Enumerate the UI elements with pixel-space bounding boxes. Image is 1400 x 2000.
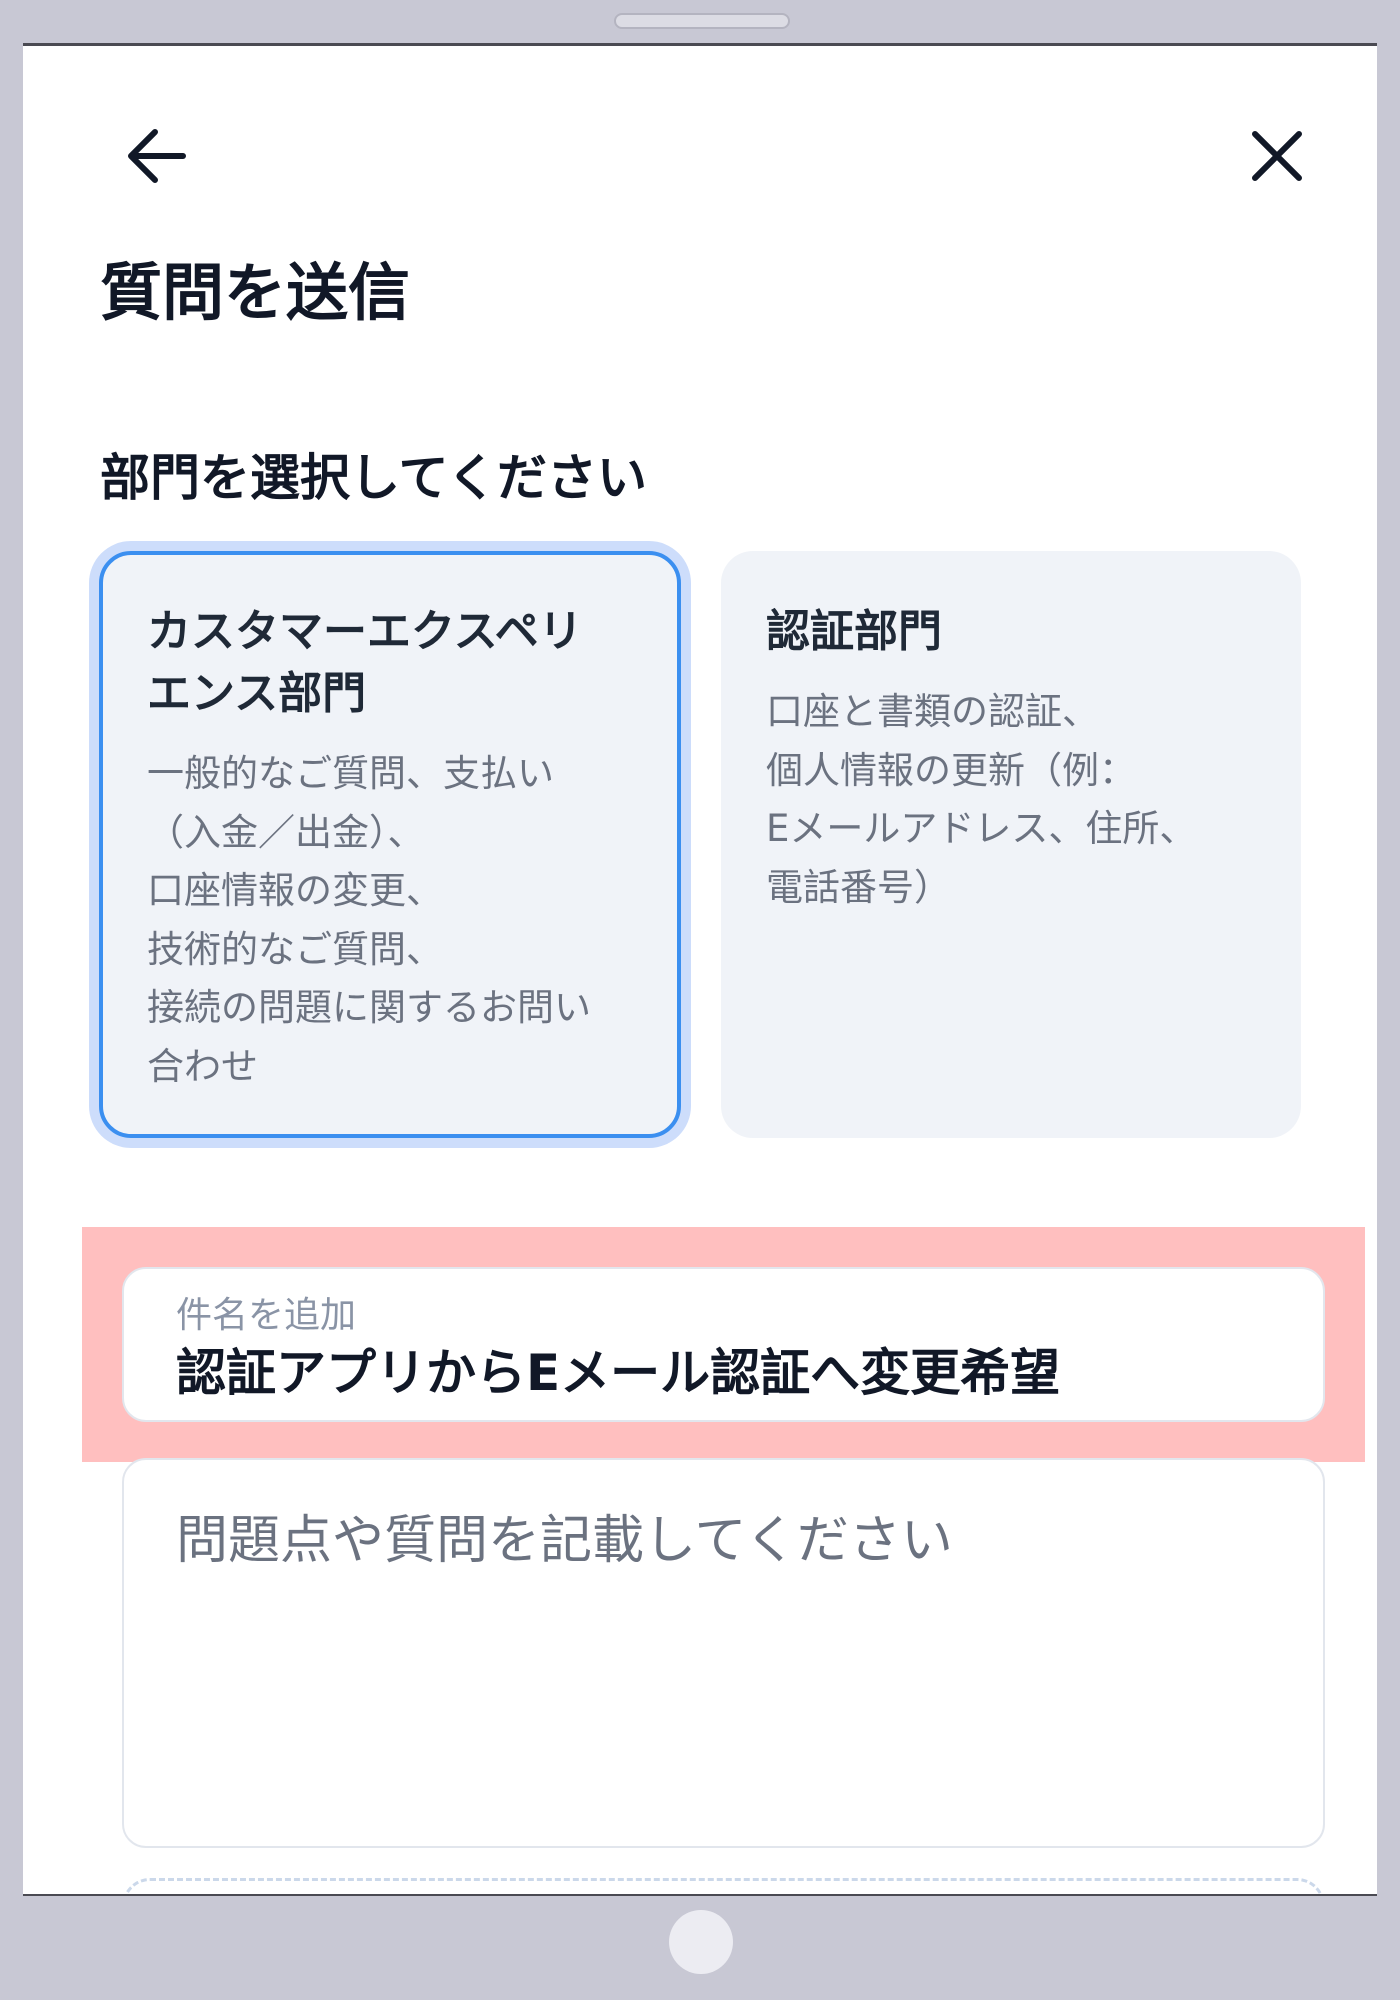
attachment-dropzone[interactable] (122, 1878, 1325, 1894)
message-textarea[interactable]: 問題点や質問を記載してください (122, 1458, 1325, 1848)
title-line: カスタマーエクスペリ (147, 606, 583, 657)
screen: 質問を送信 部門を選択してください カスタマーエクスペリ エンス部門 一般的なご… (23, 43, 1377, 1896)
title-line: エンス部門 (147, 668, 367, 719)
home-button (669, 1910, 733, 1974)
description-line: 口座と書類の認証、 (766, 690, 1099, 733)
message-placeholder: 問題点や質問を記載してください (176, 1511, 953, 1571)
department-card-title: カスタマーエクスペリ エンス部門 (147, 601, 639, 725)
subject-value: 認証アプリからEメール認証へ変更希望 (176, 1344, 1061, 1402)
department-card-customer-experience[interactable]: カスタマーエクスペリ エンス部門 一般的なご質問、支払い （入金／出金）、 口座… (99, 551, 681, 1138)
page-title: 質問を送信 (100, 256, 411, 329)
close-icon[interactable] (1225, 104, 1329, 208)
description-line: 合わせ (147, 1044, 258, 1088)
description-line: Eメールアドレス、住所、 (766, 807, 1197, 850)
description-line: 一般的なご質問、支払い (147, 752, 554, 795)
department-card-description: 口座と書類の認証、 個人情報の更新（例： Eメールアドレス、住所、 電話番号） (766, 683, 1263, 917)
department-section-label: 部門を選択してください (100, 449, 647, 507)
title-line: 認証部門 (766, 606, 942, 657)
subject-label: 件名を追加 (176, 1295, 357, 1336)
speaker-slot (614, 13, 790, 29)
description-line: 個人情報の更新（例： (766, 748, 1136, 792)
description-line: 接続の問題に関するお問い (147, 986, 591, 1029)
description-line: （入金／出金）、 (147, 810, 425, 854)
department-card-verification[interactable]: 認証部門 口座と書類の認証、 個人情報の更新（例： Eメールアドレス、住所、 電… (721, 551, 1301, 1138)
arrow-left-icon[interactable] (105, 104, 209, 208)
tablet-frame: 質問を送信 部門を選択してください カスタマーエクスペリ エンス部門 一般的なご… (0, 0, 1400, 2000)
department-card-title: 認証部門 (766, 601, 1263, 663)
description-line: 電話番号） (766, 865, 951, 909)
description-line: 技術的なご質問、 (147, 927, 443, 971)
subject-input[interactable]: 件名を追加 認証アプリからEメール認証へ変更希望 (122, 1267, 1325, 1422)
description-line: 口座情報の変更、 (147, 869, 443, 912)
department-card-description: 一般的なご質問、支払い （入金／出金）、 口座情報の変更、 技術的なご質問、 接… (147, 745, 639, 1096)
